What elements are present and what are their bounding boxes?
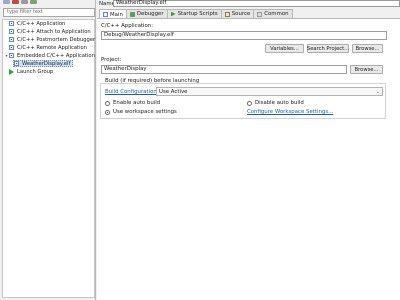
build-configuration-value: Use Active xyxy=(159,88,188,95)
tree-item-label: Launch Group xyxy=(17,68,54,75)
main-tab-icon xyxy=(103,12,108,17)
enable-auto-build-radio[interactable]: Enable auto build xyxy=(105,100,160,106)
tree-item-weatherdisplay[interactable]: WeatherDisplay.elf xyxy=(13,60,74,67)
filter-input[interactable]: type filter text xyxy=(3,8,95,17)
use-workspace-settings-radio[interactable]: Use workspace settings xyxy=(105,109,177,115)
c-icon xyxy=(9,45,14,50)
c-icon xyxy=(9,29,14,34)
tree-item-label: Embedded C/C++ Application xyxy=(17,52,95,59)
browse-application-button[interactable]: Browse... xyxy=(352,44,383,53)
source-icon xyxy=(224,11,230,17)
tree-item-label: WeatherDisplay.elf xyxy=(22,60,71,67)
new-config-icon[interactable] xyxy=(3,0,10,4)
configure-workspace-settings-link[interactable]: Configure Workspace Settings... xyxy=(247,109,333,115)
config-editor-panel: Name: WeatherDisplay.elf Main Debugger S… xyxy=(97,0,400,300)
name-label: Name: xyxy=(99,0,117,7)
browse-project-button[interactable]: Browse... xyxy=(350,65,383,74)
tree-item-label: C/C++ Attach to Application xyxy=(17,28,91,35)
c-icon xyxy=(9,53,14,58)
main-tab-content: C/C++ Application: Debug/WeatherDisplay.… xyxy=(97,18,400,300)
radio-label: Use workspace settings xyxy=(113,109,177,115)
filter-config-icon[interactable] xyxy=(30,0,37,4)
tab-source[interactable]: Source xyxy=(220,9,255,18)
disable-auto-build-radio[interactable]: Disable auto build xyxy=(247,100,304,106)
search-project-button[interactable]: Search Project... xyxy=(307,44,349,53)
project-field[interactable]: WeatherDisplay xyxy=(101,65,347,74)
tree-item-cpp-application[interactable]: C/C++ Application xyxy=(9,20,65,27)
launch-toolbar xyxy=(3,0,37,5)
c-icon xyxy=(9,37,14,42)
tab-label: Startup Scripts xyxy=(177,11,218,17)
tree-item-cpp-attach[interactable]: C/C++ Attach to Application xyxy=(9,28,91,35)
tab-debugger[interactable]: Debugger xyxy=(125,9,168,18)
name-field[interactable]: WeatherDisplay.elf xyxy=(113,0,400,7)
config-tabs: Main Debugger Startup Scripts Source Com… xyxy=(99,9,293,19)
chevron-down-icon: ⌄ xyxy=(375,89,380,95)
application-field[interactable]: Debug/WeatherDisplay.elf xyxy=(101,31,387,40)
radio-icon xyxy=(247,100,252,106)
app-label: C/C++ Application: xyxy=(101,23,154,29)
tree-item-label: C/C++ Application xyxy=(17,20,66,27)
tab-startup-scripts[interactable]: Startup Scripts xyxy=(166,9,222,18)
launch-config-tree: C/C++ Application C/C++ Attach to Applic… xyxy=(2,19,95,298)
tab-common[interactable]: Common xyxy=(253,9,293,18)
name-row: Name: WeatherDisplay.elf xyxy=(97,0,400,7)
delete-config-icon[interactable] xyxy=(12,0,19,4)
radio-selected-icon xyxy=(105,109,110,115)
debugger-icon xyxy=(129,11,135,17)
tree-item-launch-group[interactable]: Launch Group xyxy=(9,68,53,75)
build-configuration-link[interactable]: Build Configuration: xyxy=(105,89,159,95)
build-options-group: Build Configuration: Use Active ⌄ Enable… xyxy=(100,83,386,119)
variables-button[interactable]: Variables... xyxy=(265,44,304,53)
collapse-all-icon[interactable] xyxy=(21,0,28,4)
tab-label: Main xyxy=(110,11,123,18)
tree-item-label: C/C++ Postmortem Debugger xyxy=(17,36,96,43)
radio-icon xyxy=(105,100,110,106)
startup-icon xyxy=(170,11,176,17)
common-icon xyxy=(257,11,263,17)
project-label: Project: xyxy=(101,57,122,63)
tab-label: Common xyxy=(264,11,289,17)
launch-config-list-panel: type filter text C/C++ Application C/C++… xyxy=(0,0,96,300)
radio-label: Enable auto build xyxy=(113,100,161,106)
tree-item-embedded-cpp[interactable]: ▾ Embedded C/C++ Application xyxy=(4,52,95,59)
tree-item-cpp-postmortem[interactable]: C/C++ Postmortem Debugger xyxy=(9,36,95,43)
tab-label: Source xyxy=(231,11,251,17)
build-configuration-select[interactable]: Use Active ⌄ xyxy=(156,87,383,96)
c-icon xyxy=(14,61,19,66)
tree-item-label: C/C++ Remote Application xyxy=(17,44,87,51)
radio-label: Disable auto build xyxy=(255,100,304,106)
tab-label: Debugger xyxy=(136,11,164,17)
c-icon xyxy=(9,21,14,26)
launch-icon xyxy=(9,68,14,75)
tree-item-cpp-remote[interactable]: C/C++ Remote Application xyxy=(9,44,87,51)
